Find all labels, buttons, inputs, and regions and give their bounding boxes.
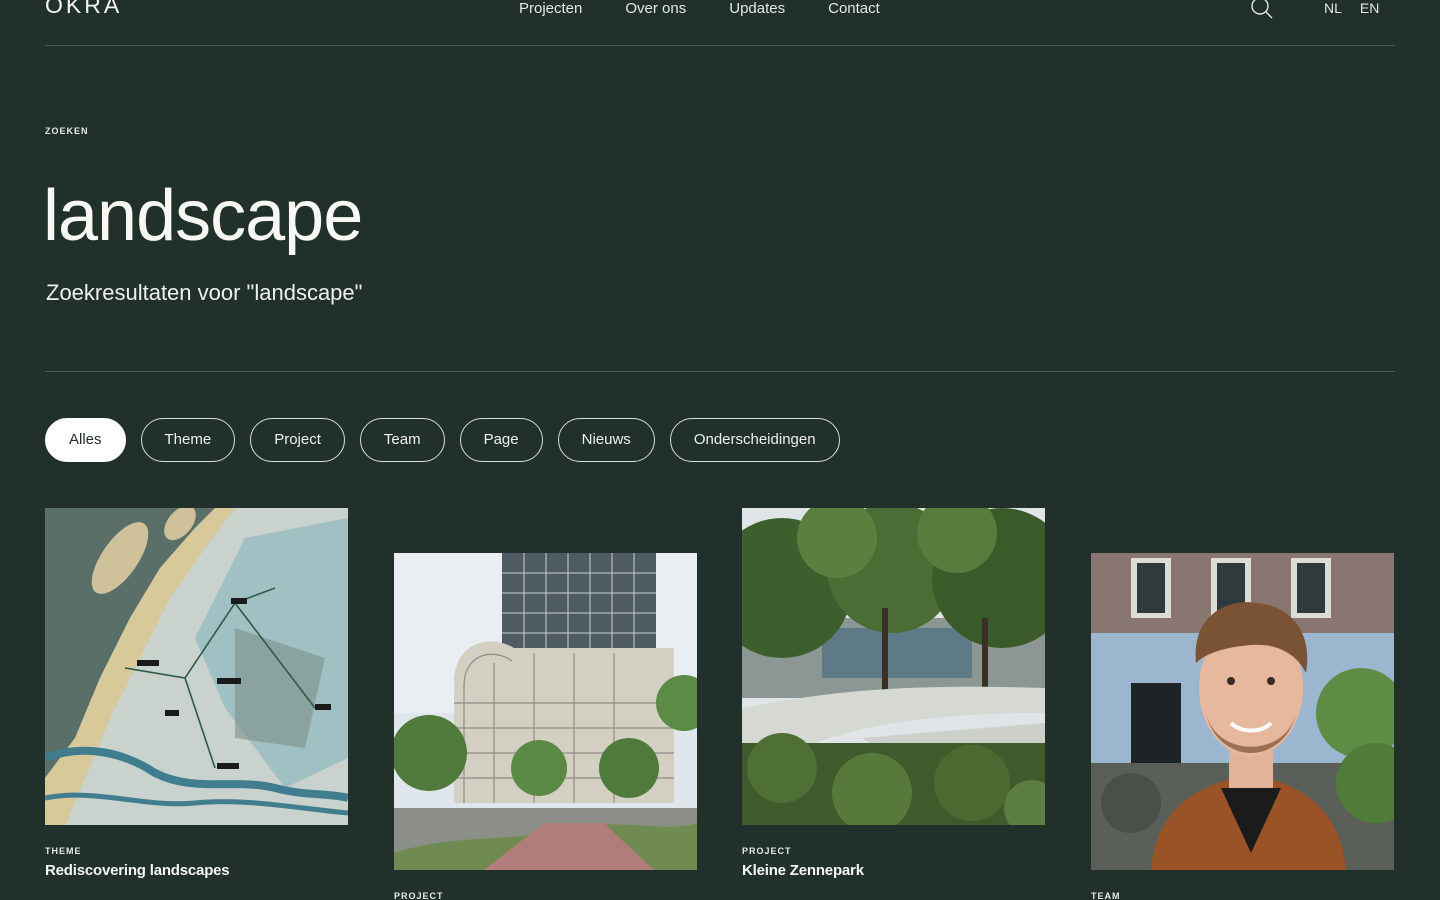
result-type: PROJECT [742,846,792,856]
result-title[interactable]: Kleine Zennepark [742,862,1045,879]
main-nav: Projecten Over ons Updates Contact [519,0,923,18]
filter-theme[interactable]: Theme [140,418,236,462]
result-image-tower-building[interactable] [394,553,697,870]
search-eyebrow: ZOEKEN [45,126,89,136]
lang-nl[interactable]: NL [1324,0,1342,16]
result-type: THEME [45,846,82,856]
nav-item-over-ons[interactable]: Over ons [625,0,686,18]
site-header: OKRA Projecten Over ons Updates Contact … [45,0,1395,46]
nav-item-projecten[interactable]: Projecten [519,0,582,18]
filter-alles[interactable]: Alles [45,418,126,462]
result-image-park-render[interactable] [742,508,1045,825]
logo[interactable]: OKRA [45,0,122,19]
page-title: landscape [43,176,363,256]
language-switcher: NL EN [1324,0,1397,16]
result-title[interactable]: Rediscovering landscapes [45,862,348,879]
result-image-team-portrait[interactable] [1091,553,1394,870]
nav-item-contact[interactable]: Contact [828,0,880,18]
result-type: TEAM [1091,891,1121,900]
search-icon[interactable] [1250,0,1274,20]
filter-project[interactable]: Project [250,418,345,462]
filter-team[interactable]: Team [359,418,445,462]
filter-page[interactable]: Page [459,418,543,462]
results-subtitle: Zoekresultaten voor "landscape" [46,280,363,305]
result-card[interactable]: PROJECT [394,553,697,900]
result-card[interactable]: THEME Rediscovering landscapes [45,508,348,879]
filter-onderscheidingen[interactable]: Onderscheidingen [669,418,840,462]
nav-item-updates[interactable]: Updates [729,0,785,18]
result-card[interactable]: PROJECT Kleine Zennepark [742,508,1045,879]
result-type: PROJECT [394,891,444,900]
result-card[interactable]: TEAM [1091,553,1394,900]
filter-nieuws[interactable]: Nieuws [557,418,655,462]
divider [45,371,1395,372]
result-image-landscape-map[interactable] [45,508,348,825]
lang-en[interactable]: EN [1360,0,1379,16]
filter-bar: Alles Theme Project Team Page Nieuws Ond… [45,418,855,462]
